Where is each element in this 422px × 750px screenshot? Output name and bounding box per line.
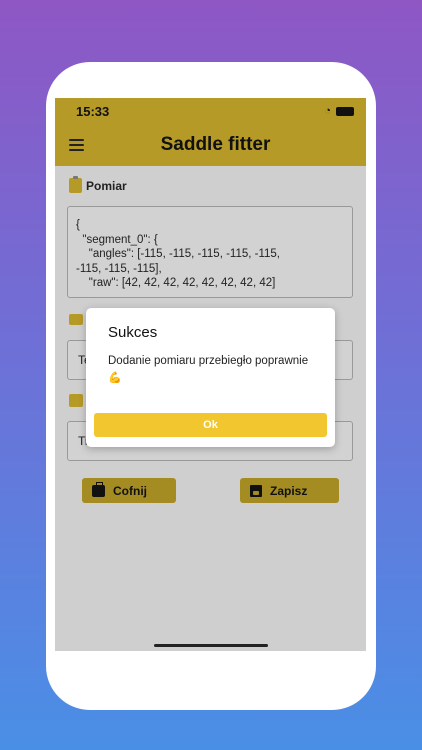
page-title: Saddle fitter [160,134,271,155]
wifi-icon: ◔ [324,105,331,117]
notes-icon [69,314,83,325]
dialog-message-text: Dodanie pomiaru przebiegło poprawnie [108,355,309,367]
code-line: -115, -115, -115], [76,262,162,275]
measurement-label: Pomiar [86,178,127,193]
dialog-message: Dodanie pomiaru przebiegło poprawnie 💪 [108,353,313,387]
floppy-disk-icon [250,484,262,497]
code-line: "segment_0": { [76,233,158,246]
flexed-biceps-icon: 💪 [108,372,122,384]
measurement-section-label: Pomiar [69,176,127,193]
status-time: 15:33 [76,103,110,119]
save-button[interactable]: Zapisz [240,478,339,503]
ok-button-label: Ok [203,419,218,431]
document-icon [69,394,83,407]
hamburger-menu-icon[interactable] [69,139,84,151]
success-dialog: Sukces Dodanie pomiaru przebiegło popraw… [86,308,335,447]
ok-button[interactable]: Ok [94,413,327,437]
save-button-label: Zapisz [270,483,308,498]
dialog-title: Sukces [108,324,158,341]
code-line: { [76,219,80,231]
status-bar: 15:33 ◔ [55,98,366,124]
medkit-icon [92,481,105,497]
battery-icon [336,106,354,116]
home-indicator [154,644,268,647]
back-button[interactable]: Cofnij [82,478,176,503]
app-screen: 15:33 ◔ Saddle fitter Pomiar { "segment_… [55,98,366,651]
clipboard-icon [69,176,82,193]
code-line: "angles": [-115, -115, -115, -115, -115, [76,248,280,260]
code-line: "raw": [42, 42, 42, 42, 42, 42, 42, 42] [76,277,276,289]
nav-bar: Saddle fitter [55,124,366,166]
measurement-code-box[interactable]: { "segment_0": { "angles": [-115, -115, … [67,206,353,298]
back-button-label: Cofnij [113,483,147,498]
status-icons: ◔ [324,105,354,117]
